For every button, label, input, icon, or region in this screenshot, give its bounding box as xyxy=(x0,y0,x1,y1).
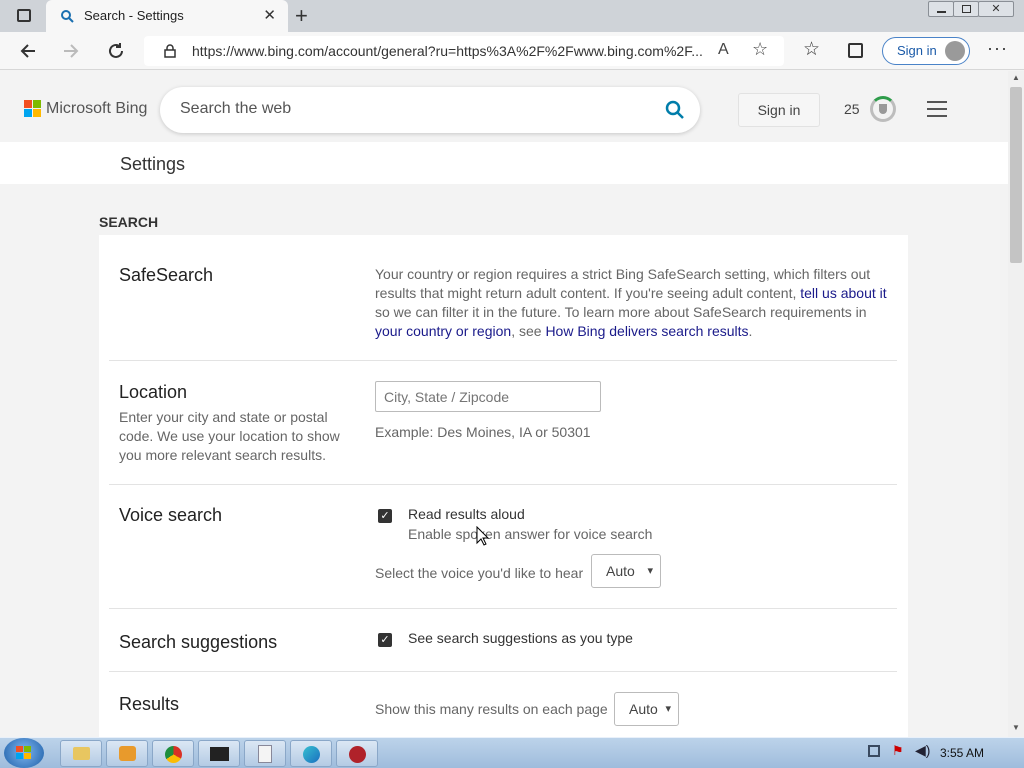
tab-actions-icon[interactable] xyxy=(17,9,31,22)
vertical-scrollbar[interactable]: ▲ ▼ xyxy=(1008,71,1024,737)
results-count-label: Show this many results on each page xyxy=(375,701,608,717)
location-description: Enter your city and state or postal code… xyxy=(119,409,340,463)
bing-logo-text[interactable]: Microsoft Bing xyxy=(46,100,147,118)
taskbar-edge-icon[interactable] xyxy=(290,740,332,767)
taskbar-cmd-icon[interactable] xyxy=(198,740,240,767)
results-row: Results Show this many results on each p… xyxy=(109,672,897,737)
bing-signin-button[interactable]: Sign in xyxy=(738,93,820,127)
page-content: Microsoft Bing Search the web Sign in 25… xyxy=(0,71,1008,737)
taskbar-media-player-icon[interactable] xyxy=(106,740,148,767)
section-title: SEARCH xyxy=(99,214,159,230)
profile-signin-button[interactable]: Sign in xyxy=(882,37,970,65)
search-icon[interactable] xyxy=(665,100,685,120)
location-title: Location xyxy=(119,382,188,402)
safesearch-row: SafeSearch Your country or region requir… xyxy=(109,235,897,361)
favorites-icon[interactable]: ☆ xyxy=(803,38,820,61)
profile-avatar-icon xyxy=(945,41,965,61)
network-icon[interactable] xyxy=(868,745,880,757)
mouse-cursor-icon xyxy=(476,526,490,546)
safesearch-text-2: so we can filter it in the future. To le… xyxy=(375,304,867,320)
tab-title: Search - Settings xyxy=(84,8,184,23)
read-aloud-sublabel: Enable spoken answer for voice search xyxy=(408,526,653,542)
results-count-value: Auto xyxy=(629,701,658,717)
action-center-icon[interactable]: ⚑ xyxy=(892,743,904,759)
voice-select[interactable]: Auto ▾ xyxy=(591,554,661,588)
chevron-down-icon: ▾ xyxy=(647,565,653,577)
search-favicon-icon xyxy=(61,10,74,23)
tell-us-link[interactable]: tell us about it xyxy=(800,285,886,301)
read-aloud-label: Read results aloud xyxy=(408,506,525,522)
restore-button[interactable] xyxy=(953,1,979,17)
forward-arrow-icon xyxy=(64,44,79,58)
taskbar-app-icon[interactable] xyxy=(336,740,378,767)
scroll-up-icon[interactable]: ▲ xyxy=(1012,73,1020,82)
location-row: Location Enter your city and state or po… xyxy=(109,361,897,485)
close-window-button[interactable]: ✕ xyxy=(978,1,1014,17)
read-aloud-checkbox[interactable]: ✓ xyxy=(378,509,392,523)
new-tab-icon[interactable]: + xyxy=(295,3,308,29)
taskbar-clock[interactable]: 3:55 AM xyxy=(940,746,984,760)
location-example: Example: Des Moines, IA or 50301 xyxy=(375,424,591,440)
settings-bar: Settings xyxy=(0,142,1008,184)
voice-select-label: Select the voice you'd like to hear xyxy=(375,565,584,581)
url-text: https://www.bing.com/account/general?ru=… xyxy=(192,43,703,59)
volume-icon[interactable]: ◀) xyxy=(915,742,930,759)
results-title: Results xyxy=(119,694,180,714)
voice-search-row: Voice search ✓ Read results aloud Enable… xyxy=(109,485,897,609)
lock-icon[interactable] xyxy=(164,44,176,58)
rewards-trophy-icon[interactable] xyxy=(870,96,896,122)
safesearch-text-1: Your country or region requires a strict… xyxy=(375,266,871,301)
page-title: Settings xyxy=(120,154,186,174)
voice-select-value: Auto xyxy=(606,563,635,579)
safesearch-text-3: , see xyxy=(511,323,546,339)
title-bar: Search - Settings ✕ + ✕ xyxy=(0,0,1024,32)
results-count-select[interactable]: Auto ▾ xyxy=(614,692,679,726)
start-button[interactable] xyxy=(4,738,44,768)
taskbar-explorer-icon[interactable] xyxy=(60,740,102,767)
taskbar-notepad-icon[interactable] xyxy=(244,740,286,767)
location-input[interactable] xyxy=(375,381,601,412)
minimize-button[interactable] xyxy=(928,1,954,17)
how-bing-delivers-link[interactable]: How Bing delivers search results xyxy=(545,323,748,339)
search-input[interactable]: Search the web xyxy=(180,100,291,118)
add-favorite-icon[interactable]: ☆ xyxy=(752,39,768,60)
more-menu-icon[interactable]: ··· xyxy=(987,38,1008,59)
navigation-bar: https://www.bing.com/account/general?ru=… xyxy=(0,32,1024,70)
suggestions-checkbox[interactable]: ✓ xyxy=(378,633,392,647)
safesearch-description: Your country or region requires a strict… xyxy=(375,265,887,341)
scrollbar-thumb[interactable] xyxy=(1010,87,1022,263)
tab-active[interactable]: Search - Settings ✕ xyxy=(46,0,288,32)
collections-icon[interactable] xyxy=(848,43,863,58)
profile-signin-label: Sign in xyxy=(897,43,937,58)
microsoft-logo-icon[interactable] xyxy=(24,100,42,118)
safesearch-text-4: . xyxy=(748,323,753,339)
back-arrow-icon[interactable] xyxy=(19,42,37,60)
taskbar-chrome-icon[interactable] xyxy=(152,740,194,767)
taskbar: ⚑ ◀) 3:55 AM xyxy=(0,737,1024,768)
voice-search-title: Voice search xyxy=(119,505,223,525)
scroll-down-icon[interactable]: ▼ xyxy=(1012,723,1020,732)
chevron-down-icon: ▾ xyxy=(665,703,671,715)
suggestions-label: See search suggestions as you type xyxy=(408,630,633,646)
rewards-points[interactable]: 25 xyxy=(844,101,860,117)
bing-header: Microsoft Bing Search the web Sign in 25 xyxy=(0,71,1008,142)
close-tab-icon[interactable]: ✕ xyxy=(263,6,276,24)
country-region-link[interactable]: your country or region xyxy=(375,323,511,339)
refresh-icon[interactable] xyxy=(107,42,125,60)
hamburger-menu-icon[interactable] xyxy=(927,101,947,117)
read-aloud-icon[interactable]: A xyxy=(718,41,729,59)
address-bar[interactable]: https://www.bing.com/account/general?ru=… xyxy=(144,36,784,66)
settings-card: SafeSearch Your country or region requir… xyxy=(99,235,908,737)
search-box[interactable]: Search the web xyxy=(160,87,700,133)
safesearch-title: SafeSearch xyxy=(119,265,214,285)
search-suggestions-title: Search suggestions xyxy=(119,632,278,652)
search-suggestions-row: Search suggestions ✓ See search suggesti… xyxy=(109,609,897,672)
